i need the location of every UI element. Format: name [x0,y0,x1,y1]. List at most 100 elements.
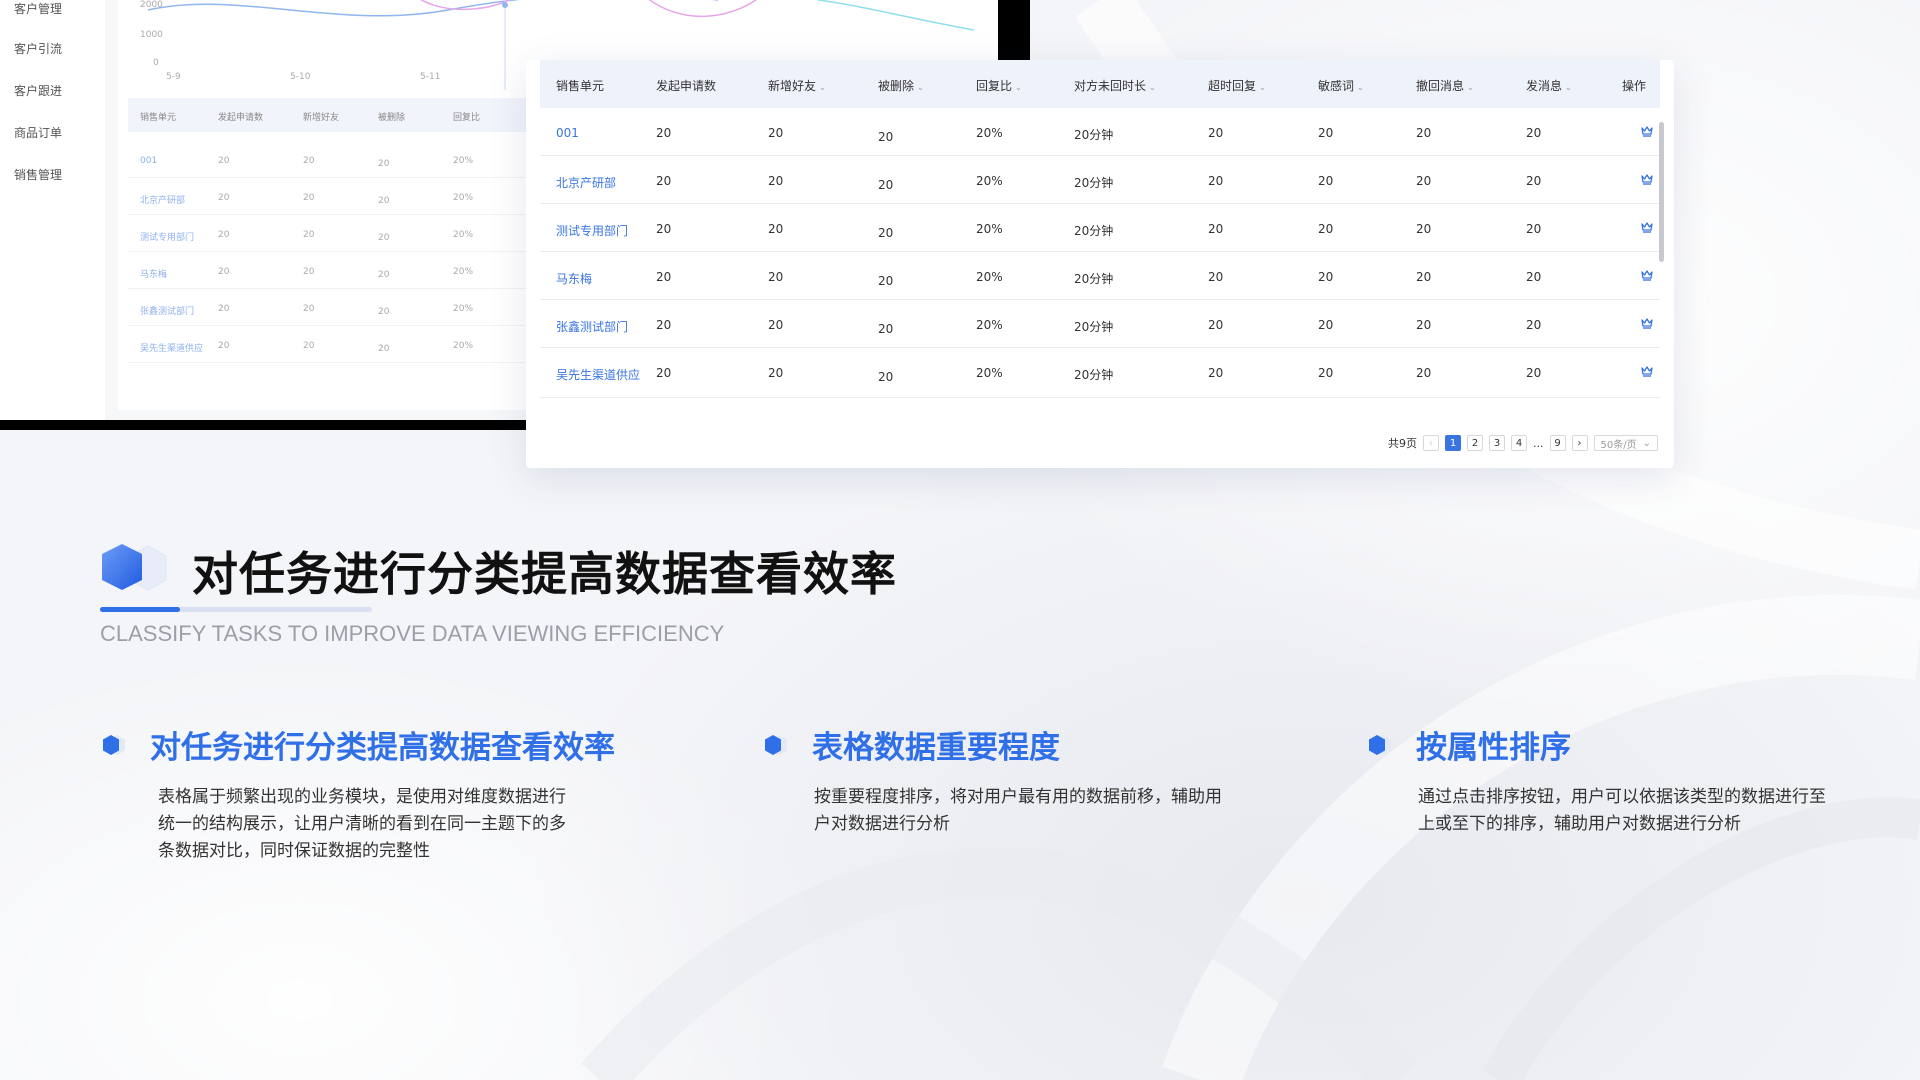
bg-row-link[interactable]: 北京产研部 [140,193,185,206]
sort-icon[interactable]: ⌄ [1565,83,1572,92]
bg-cell: 20 [378,270,390,280]
table-cell: 20 [656,366,672,380]
table-cell: 20 [656,174,672,188]
bg-cell: 20 [303,156,315,166]
bg-sidebar-item[interactable]: 客户跟进 [14,82,62,99]
page-button[interactable]: 3 [1489,435,1506,451]
hexagon-icon [765,735,787,755]
sales-unit-link[interactable]: 吴先生渠道供应 [556,366,640,383]
sort-icon[interactable]: ⌄ [1357,83,1364,92]
sort-icon[interactable]: ⌄ [819,83,826,92]
bg-cell: 20 [218,193,230,203]
table-row: 北京产研部 20 20 20 20% 20分钟 20 20 20 20 [540,156,1660,204]
table-row: 001 20 20 20 20% 20分钟 20 20 20 20 [540,108,1660,156]
pagination-ellipsis: ... [1533,436,1544,450]
sales-unit-link[interactable]: 北京产研部 [556,174,616,191]
table-cell: 20 [1526,174,1542,188]
table-cell: 20 [656,222,672,236]
th-new-friends[interactable]: 新增好友 ⌄ [768,77,826,94]
table-cell: 20 [1318,318,1334,332]
th-reply-ratio[interactable]: 回复比 ⌄ [976,77,1022,94]
crown-icon[interactable] [1640,172,1654,186]
table-cell: 20 [768,222,784,236]
sales-unit-link[interactable]: 001 [556,126,579,140]
page-button[interactable]: 1 [1445,435,1462,451]
table-row: 吴先生渠道供应 20 20 20 20% 20分钟 20 20 20 20 [540,348,1660,398]
bg-row-link[interactable]: 测试专用部门 [140,230,194,243]
sort-icon[interactable]: ⌄ [1259,83,1266,92]
table-cell: 20 [878,322,894,336]
crown-icon[interactable] [1640,124,1654,138]
pagination-total: 共9页 [1388,437,1418,450]
feature-title: 对任务进行分类提高数据查看效率 [150,730,615,766]
bg-sidebar-item[interactable]: 客户引流 [14,40,62,57]
hexagon-icon [1369,735,1391,755]
table-cell: 20 [1416,222,1432,236]
table-scrollbar[interactable] [1659,122,1664,262]
bg-cell: 20% [453,230,474,240]
bg-row-link[interactable]: 吴先生渠道供应 [140,341,203,354]
th-no-reply-duration[interactable]: 对方未回时长 ⌄ [1074,77,1156,94]
crown-icon[interactable] [1640,316,1654,330]
next-page-button[interactable]: › [1571,435,1588,451]
th-deleted[interactable]: 被删除 ⌄ [878,77,924,94]
table-row: 张鑫测试部门 20 20 20 20% 20分钟 20 20 20 20 [540,300,1660,348]
table-cell: 20% [976,270,1003,284]
bg-cell: 20 [218,304,230,314]
hexagon-logo-icon [100,540,170,596]
sales-unit-link[interactable]: 测试专用部门 [556,222,628,239]
crown-icon[interactable] [1640,220,1654,234]
table-cell: 20 [1208,270,1224,284]
table-cell: 20 [1208,366,1224,380]
table-cell: 20 [1526,222,1542,236]
table-cell: 20 [878,274,894,288]
crown-icon[interactable] [1640,268,1654,282]
title-underline-accent [100,607,180,612]
bg-row-link[interactable]: 马东梅 [140,267,167,280]
sales-unit-link[interactable]: 马东梅 [556,270,592,287]
table-cell: 20 [878,130,894,144]
table-cell: 20分钟 [1074,128,1114,142]
page-button[interactable]: 4 [1511,435,1528,451]
th-timeout-reply[interactable]: 超时回复 ⌄ [1208,77,1266,94]
bg-row-link[interactable]: 张鑫测试部门 [140,304,194,317]
table-cell: 20 [1318,174,1334,188]
th-sent-msgs[interactable]: 发消息 ⌄ [1526,77,1572,94]
th-sensitive-words[interactable]: 敏感词 ⌄ [1318,77,1364,94]
th-recalled-msgs[interactable]: 撤回消息 ⌄ [1416,77,1474,94]
sort-icon[interactable]: ⌄ [1015,83,1022,92]
page-button[interactable]: 9 [1549,435,1566,451]
bg-y-label: 2000 [140,0,163,10]
bg-cell: 20 [218,156,230,166]
sort-icon[interactable]: ⌄ [1467,83,1474,92]
table-row: 马东梅 20 20 20 20% 20分钟 20 20 20 20 [540,252,1660,300]
table-cell: 20 [1208,174,1224,188]
table-cell: 20分钟 [1074,320,1114,334]
bg-cell: 20% [453,193,474,203]
table-cell: 20 [1526,366,1542,380]
sales-unit-link[interactable]: 张鑫测试部门 [556,318,628,335]
background-sidebar: 客户管理 客户引流 客户跟进 商品订单 销售管理 [0,0,105,420]
pagination: 共9页 ‹ 1 2 3 4 ... 9 › 50条/页 ⌄ [1388,434,1658,452]
bg-cell: 20 [303,341,315,351]
sort-icon[interactable]: ⌄ [917,83,924,92]
table-cell: 20分钟 [1074,272,1114,286]
bg-sidebar-item[interactable]: 客户管理 [14,0,62,17]
page-size-select[interactable]: 50条/页 ⌄ [1593,435,1658,451]
table-cell: 20 [768,174,784,188]
feature-title: 按属性排序 [1416,730,1571,766]
bg-cell: 20 [378,344,390,354]
bg-sidebar-item[interactable]: 商品订单 [14,124,62,141]
table-cell: 20 [768,126,784,140]
bg-row-link[interactable]: 001 [140,156,157,166]
bg-cell: 20% [453,304,474,314]
table-cell: 20 [768,270,784,284]
sort-icon[interactable]: ⌄ [1149,83,1156,92]
bg-sidebar-item[interactable]: 销售管理 [14,166,62,183]
crown-icon[interactable] [1640,364,1654,378]
page-button[interactable]: 2 [1467,435,1484,451]
table-cell: 20 [1416,318,1432,332]
table-cell: 20 [1526,126,1542,140]
table-cell: 20% [976,174,1003,188]
prev-page-button[interactable]: ‹ [1423,435,1440,451]
